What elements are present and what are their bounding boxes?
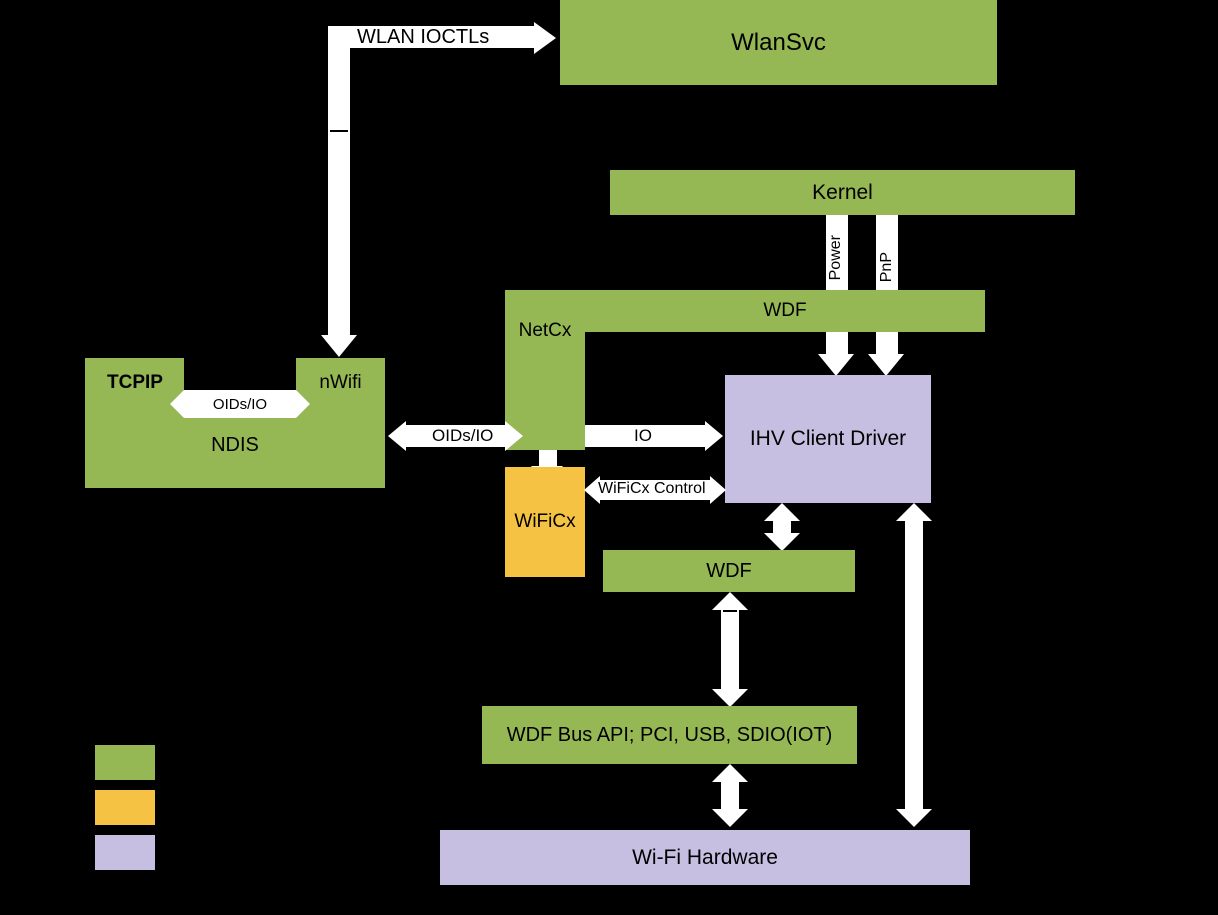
tick-mark-1 <box>330 130 348 132</box>
oids-io-2-label: OIDs/IO <box>432 426 493 446</box>
nwifi-box: nWifi <box>296 358 385 408</box>
tcpip-box: TCPIP <box>85 358 185 408</box>
bus-hw-up-head <box>712 764 748 782</box>
bus-hw-down-head <box>712 809 748 827</box>
oids-io-1-label: OIDs/IO <box>213 396 267 413</box>
ndis-label: NDIS <box>211 434 259 457</box>
tick-mark-2 <box>723 610 737 612</box>
tcpip-label: TCPIP <box>107 372 163 394</box>
kernel-label: Kernel <box>812 181 873 205</box>
wificx-control-label: WiFiCx Control <box>598 480 706 498</box>
pnp-label: PnP <box>878 252 896 282</box>
netcx-label: NetCx <box>519 320 572 342</box>
ihv-label: IHV Client Driver <box>750 427 906 451</box>
wdf-mid-label: WDF <box>706 560 752 583</box>
oids-io-2-right-head <box>505 421 523 451</box>
wdf-mid-box: WDF <box>603 550 855 592</box>
wlan-ioctls-vert-shaft <box>328 26 350 336</box>
power-arrow-head <box>818 354 854 376</box>
wifi-hardware-label: Wi-Fi Hardware <box>632 846 778 870</box>
wlan-ioctls-arrow-head <box>534 22 556 54</box>
legend-orange <box>95 790 155 825</box>
wdf-bus-down-head <box>712 689 748 707</box>
wlansvc-box: WlanSvc <box>560 0 997 85</box>
wdf-top-box: WDF <box>585 290 985 332</box>
oids-io-1-box: OIDs/IO <box>184 390 296 418</box>
kernel-box: Kernel <box>610 170 1075 215</box>
legend-green <box>95 745 155 780</box>
ihv-hw-down-head <box>896 809 932 827</box>
power-label: Power <box>827 235 845 280</box>
oids-io-2-left-head <box>388 421 406 451</box>
io-label: IO <box>634 426 652 446</box>
ihv-box: IHV Client Driver <box>725 375 931 503</box>
ndis-box: NDIS <box>85 420 385 470</box>
wlan-ioctls-down-head <box>321 335 357 357</box>
io-arrow-head <box>705 421 723 451</box>
wificx-label: WiFiCx <box>514 511 575 533</box>
wdf-bus-label: WDF Bus API; PCI, USB, SDIO(IOT) <box>507 724 833 747</box>
wlansvc-label: WlanSvc <box>731 29 826 57</box>
ihv-hw-up-head <box>896 503 932 521</box>
wificx-box: WiFiCx <box>505 467 585 577</box>
wlan-ioctls-label: WLAN IOCTLs <box>357 26 489 49</box>
wdf-bus-shaft <box>721 608 739 690</box>
pnp-arrow-head <box>868 354 904 376</box>
nwifi-label: nWifi <box>319 372 361 394</box>
ihv-wdf-up-head <box>764 503 800 521</box>
ihv-wdf-shaft <box>773 520 791 533</box>
wdf-bus-up-head <box>712 592 748 610</box>
wdf-top-label: WDF <box>763 300 806 322</box>
legend-purple <box>95 835 155 870</box>
ihv-hw-shaft <box>905 520 923 810</box>
bus-hw-shaft <box>721 780 739 810</box>
wificx-control-right-head <box>710 476 726 504</box>
wdf-bus-box: WDF Bus API; PCI, USB, SDIO(IOT) <box>482 706 857 764</box>
wifi-hardware-box: Wi-Fi Hardware <box>440 830 970 885</box>
ihv-wdf-down-head <box>764 533 800 551</box>
pnp-arrow-shaft <box>875 215 899 355</box>
